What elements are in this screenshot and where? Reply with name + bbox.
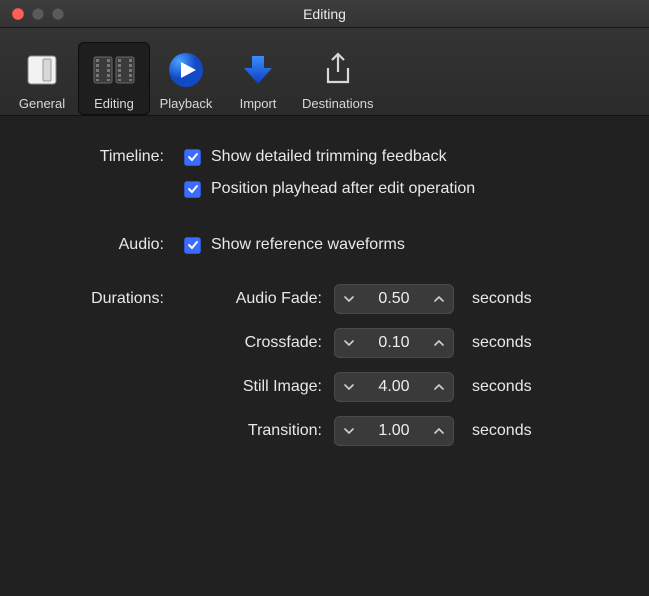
section-label-durations: Durations:	[24, 290, 184, 308]
checkbox-label: Position playhead after edit operation	[211, 180, 475, 198]
stepper-value: 0.50	[364, 290, 424, 308]
duration-unit: seconds	[472, 422, 532, 440]
duration-unit: seconds	[472, 378, 532, 396]
row-duration-transition: Transition: 1.00 seconds	[24, 416, 625, 446]
stepper-decrement[interactable]	[334, 416, 364, 446]
durations-group: Durations: Audio Fade: 0.50 seconds Cros…	[24, 284, 625, 446]
stepper-decrement[interactable]	[334, 328, 364, 358]
stepper-increment[interactable]	[424, 284, 454, 314]
stepper-transition[interactable]: 1.00	[334, 416, 454, 446]
row-duration-still-image: Still Image: 4.00 seconds	[24, 372, 625, 402]
duration-unit: seconds	[472, 334, 532, 352]
share-icon	[314, 46, 362, 94]
stepper-value: 1.00	[364, 422, 424, 440]
toolbar-item-label: Destinations	[302, 96, 374, 111]
toolbar-item-destinations[interactable]: Destinations	[294, 42, 382, 115]
toolbar-item-general[interactable]: General	[6, 42, 78, 115]
duration-unit: seconds	[472, 290, 532, 308]
stepper-increment[interactable]	[424, 372, 454, 402]
row-duration-crossfade: Crossfade: 0.10 seconds	[24, 328, 625, 358]
toolbar-item-label: Editing	[94, 96, 134, 111]
row-timeline-trimming: Timeline: Show detailed trimming feedbac…	[24, 148, 625, 166]
download-arrow-icon	[234, 46, 282, 94]
toolbar-item-label: General	[19, 96, 65, 111]
window-title: Editing	[0, 6, 649, 22]
checkbox-show-trimming-feedback[interactable]	[184, 149, 201, 166]
toolbar-item-editing[interactable]: Editing	[78, 42, 150, 115]
toolbar-item-import[interactable]: Import	[222, 42, 294, 115]
toolbar-item-label: Playback	[160, 96, 213, 111]
section-label-audio: Audio:	[24, 236, 184, 254]
row-timeline-playhead: Position playhead after edit operation	[24, 180, 625, 198]
stepper-increment[interactable]	[424, 328, 454, 358]
section-label-timeline: Timeline:	[24, 148, 184, 166]
duration-label: Transition:	[184, 422, 334, 440]
filmstrip-trim-icon	[90, 46, 138, 94]
play-icon	[162, 46, 210, 94]
toolbar-item-label: Import	[240, 96, 277, 111]
stepper-increment[interactable]	[424, 416, 454, 446]
duration-label: Crossfade:	[184, 334, 334, 352]
stepper-decrement[interactable]	[334, 372, 364, 402]
stepper-crossfade[interactable]: 0.10	[334, 328, 454, 358]
checkbox-reference-waveforms[interactable]	[184, 237, 201, 254]
switch-icon	[18, 46, 66, 94]
checkbox-position-playhead[interactable]	[184, 181, 201, 198]
preferences-content: Timeline: Show detailed trimming feedbac…	[0, 116, 649, 484]
checkbox-label: Show detailed trimming feedback	[211, 148, 447, 166]
stepper-audio-fade[interactable]: 0.50	[334, 284, 454, 314]
row-duration-audio-fade: Durations: Audio Fade: 0.50 seconds	[24, 284, 625, 314]
duration-label: Audio Fade:	[184, 290, 334, 308]
checkbox-label: Show reference waveforms	[211, 236, 405, 254]
toolbar-item-playback[interactable]: Playback	[150, 42, 222, 115]
stepper-decrement[interactable]	[334, 284, 364, 314]
stepper-still-image[interactable]: 4.00	[334, 372, 454, 402]
title-bar: Editing	[0, 0, 649, 28]
duration-label: Still Image:	[184, 378, 334, 396]
stepper-value: 4.00	[364, 378, 424, 396]
row-audio-waveforms: Audio: Show reference waveforms	[24, 236, 625, 254]
stepper-value: 0.10	[364, 334, 424, 352]
preferences-toolbar: General Editing	[0, 28, 649, 116]
